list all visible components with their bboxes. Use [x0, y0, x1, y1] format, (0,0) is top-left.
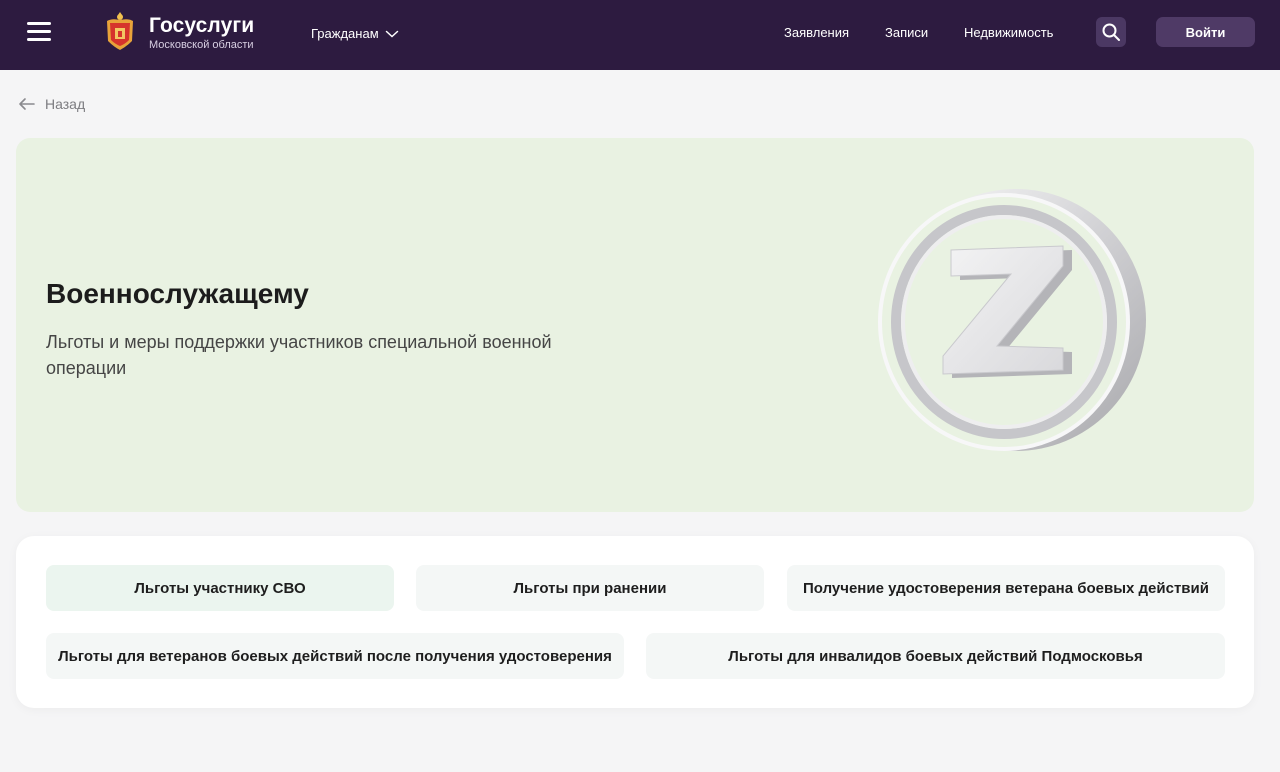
arrow-left-icon: [19, 98, 35, 110]
back-link[interactable]: Назад: [18, 94, 85, 114]
back-label: Назад: [45, 96, 86, 112]
link-chip-disabled-veterans[interactable]: Льготы для инвалидов боевых действий Под…: [646, 633, 1225, 679]
citizens-label: Гражданам: [311, 26, 379, 41]
z-emblem-image: [878, 189, 1146, 451]
citizens-dropdown[interactable]: Гражданам: [311, 25, 399, 43]
login-button[interactable]: Войти: [1156, 17, 1255, 47]
nav-link-applications[interactable]: Заявления: [784, 24, 849, 42]
nav-link-real-estate[interactable]: Недвижимость: [964, 24, 1053, 42]
search-button[interactable]: [1096, 17, 1126, 47]
hero-banner: Военнослужащему Льготы и меры поддержки …: [16, 138, 1254, 512]
link-chip-veteran-certificate[interactable]: Получение удостоверения ветерана боевых …: [787, 565, 1225, 611]
page-title: Военнослужащему: [46, 278, 309, 309]
brand-subtitle: Московской области: [149, 39, 254, 51]
chevron-down-icon: [385, 30, 398, 38]
menu-icon[interactable]: [27, 21, 51, 43]
nav-link-appointments[interactable]: Записи: [885, 24, 928, 42]
brand-title: Госуслуги: [149, 14, 255, 37]
link-chip-injury[interactable]: Льготы при ранении: [416, 565, 764, 611]
link-chip-svo-participant[interactable]: Льготы участнику СВО: [46, 565, 394, 611]
coat-of-arms-icon[interactable]: [104, 11, 136, 51]
benefits-links-panel: Льготы участнику СВО Льготы при ранении …: [16, 536, 1254, 708]
brand-logo[interactable]: Госуслуги Московской области: [149, 14, 254, 52]
page-subtitle: Льготы и меры поддержки участников специ…: [46, 332, 552, 378]
top-navigation-bar: Госуслуги Московской области Гражданам З…: [0, 0, 1280, 70]
search-icon: [1102, 23, 1120, 41]
link-chip-veteran-benefits[interactable]: Льготы для ветеранов боевых действий пос…: [46, 633, 624, 679]
